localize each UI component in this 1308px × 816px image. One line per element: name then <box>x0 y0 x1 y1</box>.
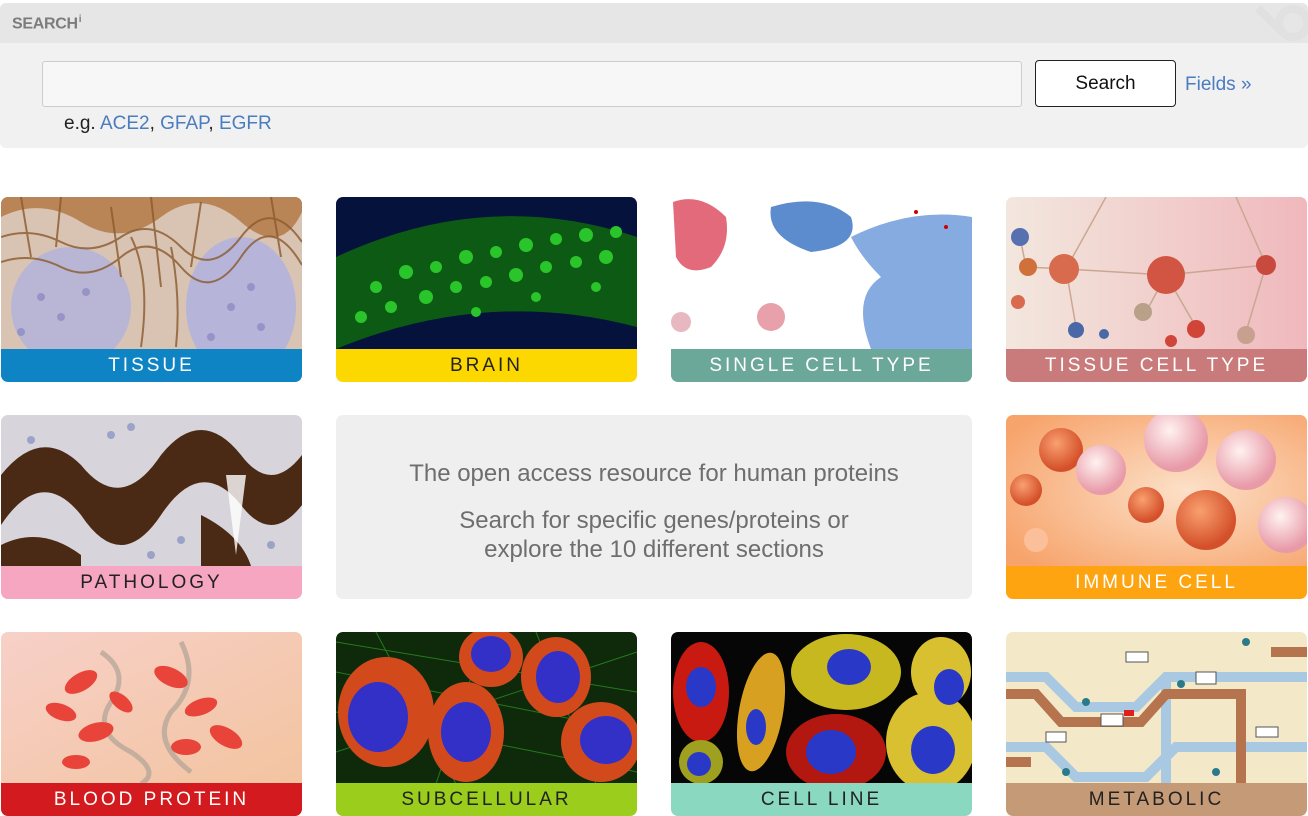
pathology-image <box>1 415 302 566</box>
tile-tissue[interactable]: TISSUE <box>1 197 302 382</box>
tile-label-tissue: TISSUE <box>1 349 302 382</box>
example-link-egfr[interactable]: EGFR <box>219 113 272 134</box>
search-button[interactable]: Search <box>1035 60 1176 107</box>
tile-label-metabolic: METABOLIC <box>1006 783 1307 816</box>
example-link-gfap[interactable]: GFAP <box>160 113 208 134</box>
tile-label-blood-protein: BLOOD PROTEIN <box>1 783 302 816</box>
tile-label-brain: BRAIN <box>336 349 637 382</box>
intro-text-line-1: Search for specific genes/proteins or <box>459 507 849 534</box>
intro-box: The open access resource for human prote… <box>336 415 972 599</box>
cell-line-image <box>671 632 972 784</box>
intro-text-line-2: explore the 10 different sections <box>484 536 824 563</box>
tile-cell-line[interactable]: CELL LINE <box>671 632 972 816</box>
tile-label-immune-cell: IMMUNE CELL <box>1006 566 1307 599</box>
tile-label-subcellular: SUBCELLULAR <box>336 783 637 816</box>
tile-subcellular[interactable]: SUBCELLULAR <box>336 632 637 816</box>
tile-label-cell-line: CELL LINE <box>671 783 972 816</box>
immune-cell-image <box>1006 415 1307 566</box>
tile-single-cell-type[interactable]: SINGLE CELL TYPE <box>671 197 972 382</box>
metabolic-image <box>1006 632 1307 784</box>
search-header: SEARCHi <box>0 3 1308 43</box>
watermark-logo-icon <box>1255 5 1308 41</box>
search-title: SEARCHi <box>12 14 82 33</box>
blood-protein-image <box>1 632 302 784</box>
example-link-ace2[interactable]: ACE2 <box>100 113 150 134</box>
search-panel: SEARCHi Search Fields » e.g. ACE2, GFAP,… <box>0 3 1308 148</box>
tile-label-tissue-cell-type: TISSUE CELL TYPE <box>1006 349 1307 382</box>
tile-pathology[interactable]: PATHOLOGY <box>1 415 302 599</box>
tissue-cell-type-image <box>1006 197 1307 349</box>
tile-metabolic[interactable]: METABOLIC <box>1006 632 1307 816</box>
info-icon[interactable]: i <box>79 14 82 25</box>
brain-image <box>336 197 637 349</box>
tile-blood-protein[interactable]: BLOOD PROTEIN <box>1 632 302 816</box>
tile-immune-cell[interactable]: IMMUNE CELL <box>1006 415 1307 599</box>
tile-brain[interactable]: BRAIN <box>336 197 637 382</box>
tile-label-pathology: PATHOLOGY <box>1 566 302 599</box>
tile-label-single-cell-type: SINGLE CELL TYPE <box>671 349 972 382</box>
subcellular-image <box>336 632 637 784</box>
tile-tissue-cell-type[interactable]: TISSUE CELL TYPE <box>1006 197 1307 382</box>
tissue-image <box>1 197 302 349</box>
examples-prefix: e.g. <box>64 113 96 134</box>
intro-headline: The open access resource for human prote… <box>409 460 899 487</box>
search-input[interactable] <box>42 61 1022 107</box>
single-cell-type-image <box>671 197 972 349</box>
search-examples: e.g. ACE2, GFAP, EGFR <box>64 113 272 134</box>
fields-link[interactable]: Fields » <box>1185 74 1252 96</box>
